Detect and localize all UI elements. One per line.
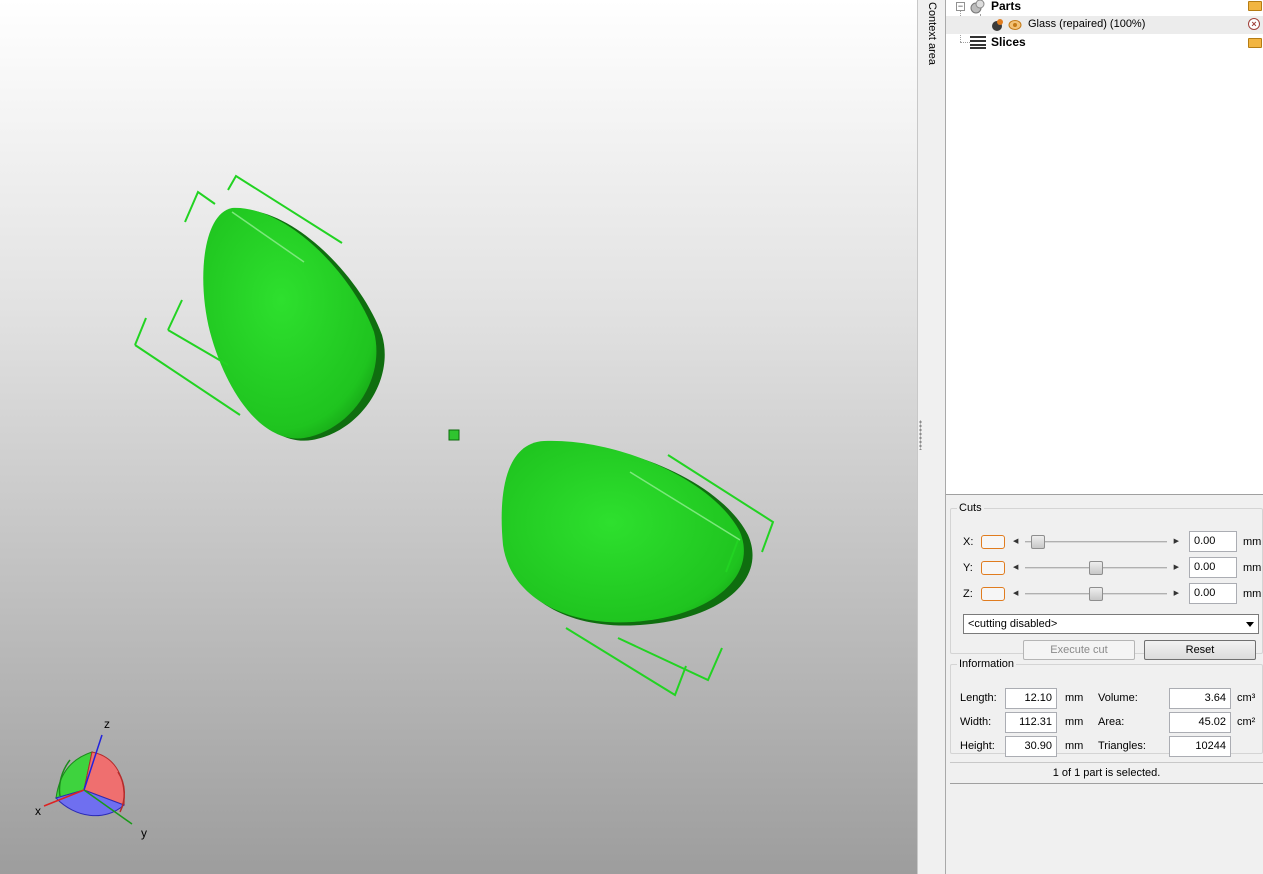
parts-icon — [970, 0, 985, 14]
3d-viewport[interactable]: z x y — [0, 0, 917, 874]
slider-right-arrow-icon[interactable]: ▶ — [1174, 587, 1179, 601]
tree-label-glass: Glass (repaired) (100%) — [1028, 18, 1146, 30]
cutting-mode-value: <cutting disabled> — [968, 618, 1058, 630]
height-unit: mm — [1065, 740, 1084, 752]
cut-axis-label: Y: — [963, 562, 973, 574]
height-value: 30.90 — [1005, 736, 1057, 757]
cutting-mode-select[interactable]: <cutting disabled> — [963, 614, 1259, 634]
cut-axis-label: X: — [963, 536, 974, 548]
right-lens[interactable] — [501, 440, 753, 626]
length-value: 12.10 — [1005, 688, 1057, 709]
area-value: 45.02 — [1169, 712, 1231, 733]
slider-thumb[interactable] — [1031, 535, 1046, 549]
slider-left-arrow-icon[interactable]: ◀ — [1013, 587, 1018, 601]
slider-left-arrow-icon[interactable]: ◀ — [1013, 561, 1018, 575]
width-label: Width: — [960, 716, 992, 728]
length-unit: mm — [1065, 692, 1084, 704]
slider-right-arrow-icon[interactable]: ▶ — [1174, 561, 1179, 575]
volume-value: 3.64 — [1169, 688, 1231, 709]
cuts-group: Cuts X: ◀ ▶ 0.00 mm Y: ◀ ▶ 0.00 mm Z: ◀ … — [950, 502, 1263, 660]
splitter-grip[interactable] — [919, 420, 922, 450]
width-unit: mm — [1065, 716, 1084, 728]
tree-item-glass[interactable]: Glass (repaired) (100%) × — [946, 16, 1263, 34]
tree-item-slices[interactable]: Slices — [946, 34, 1263, 52]
context-area-strip[interactable]: Context area — [917, 0, 946, 874]
cut-toggle-y[interactable] — [981, 561, 1005, 575]
cut-value-z[interactable]: 0.00 — [1189, 583, 1237, 604]
axes-orientation-gizmo[interactable]: z x y — [35, 717, 147, 840]
cut-toggle-x[interactable] — [981, 535, 1005, 549]
slider-right-arrow-icon[interactable]: ▶ — [1174, 535, 1179, 549]
rotation-center-marker — [448, 429, 460, 441]
cut-toggle-z[interactable] — [981, 587, 1005, 601]
scene: z x y — [35, 174, 775, 840]
triangles-label: Triangles: — [1098, 740, 1146, 752]
volume-unit: cm³ — [1237, 692, 1256, 704]
reset-button[interactable]: Reset — [1144, 640, 1256, 660]
width-value: 112.31 — [1005, 712, 1057, 733]
slider-thumb[interactable] — [1089, 561, 1103, 575]
tree-label-parts: Parts — [991, 0, 1022, 13]
cut-value-y[interactable]: 0.00 — [1189, 557, 1237, 578]
folder-icon[interactable] — [1248, 1, 1262, 11]
information-title: Information — [959, 658, 1015, 670]
volume-label: Volume: — [1098, 692, 1138, 704]
remove-part-icon[interactable]: × — [1248, 18, 1260, 30]
part-solid-icon — [992, 19, 1003, 31]
cuts-title: Cuts — [959, 502, 982, 514]
length-label: Length: — [960, 692, 997, 704]
right-panel: − Parts Glass (repaired) (100%) × Slices… — [946, 0, 1263, 874]
execute-cut-button[interactable]: Execute cut — [1023, 640, 1135, 660]
folder-icon[interactable] — [1248, 38, 1262, 48]
axis-label-x: x — [35, 804, 41, 818]
cut-slider-x[interactable]: ◀ ▶ — [1013, 535, 1179, 549]
cut-axis-label: Z: — [963, 588, 973, 600]
cut-slider-y[interactable]: ◀ ▶ — [1013, 561, 1179, 575]
tree-item-parts[interactable]: − Parts — [946, 0, 1263, 16]
cut-slider-z[interactable]: ◀ ▶ — [1013, 587, 1179, 601]
information-group: Information Length: 12.10 mm Width: 112.… — [950, 658, 1263, 757]
context-area-label[interactable]: Context area — [926, 2, 938, 65]
triangles-value: 10244 — [1169, 736, 1231, 757]
axis-label-y: y — [141, 826, 147, 840]
visibility-eye-icon[interactable] — [1008, 19, 1022, 31]
part-tree[interactable]: − Parts Glass (repaired) (100%) × Slices — [946, 0, 1263, 495]
collapse-icon[interactable]: − — [956, 2, 965, 11]
cut-value-x[interactable]: 0.00 — [1189, 531, 1237, 552]
axis-label-z: z — [104, 717, 110, 731]
slider-left-arrow-icon[interactable]: ◀ — [1013, 535, 1018, 549]
cut-unit: mm — [1243, 588, 1262, 600]
area-label: Area: — [1098, 716, 1125, 728]
cut-unit: mm — [1243, 536, 1262, 548]
area-unit: cm² — [1237, 716, 1256, 728]
chevron-down-icon[interactable] — [1246, 622, 1254, 627]
tree-label-slices: Slices — [991, 35, 1026, 49]
cut-unit: mm — [1243, 562, 1262, 574]
selection-status: 1 of 1 part is selected. — [950, 762, 1263, 784]
height-label: Height: — [960, 740, 995, 752]
slices-icon — [970, 36, 986, 49]
left-lens[interactable] — [203, 207, 385, 441]
slider-thumb[interactable] — [1089, 587, 1103, 601]
